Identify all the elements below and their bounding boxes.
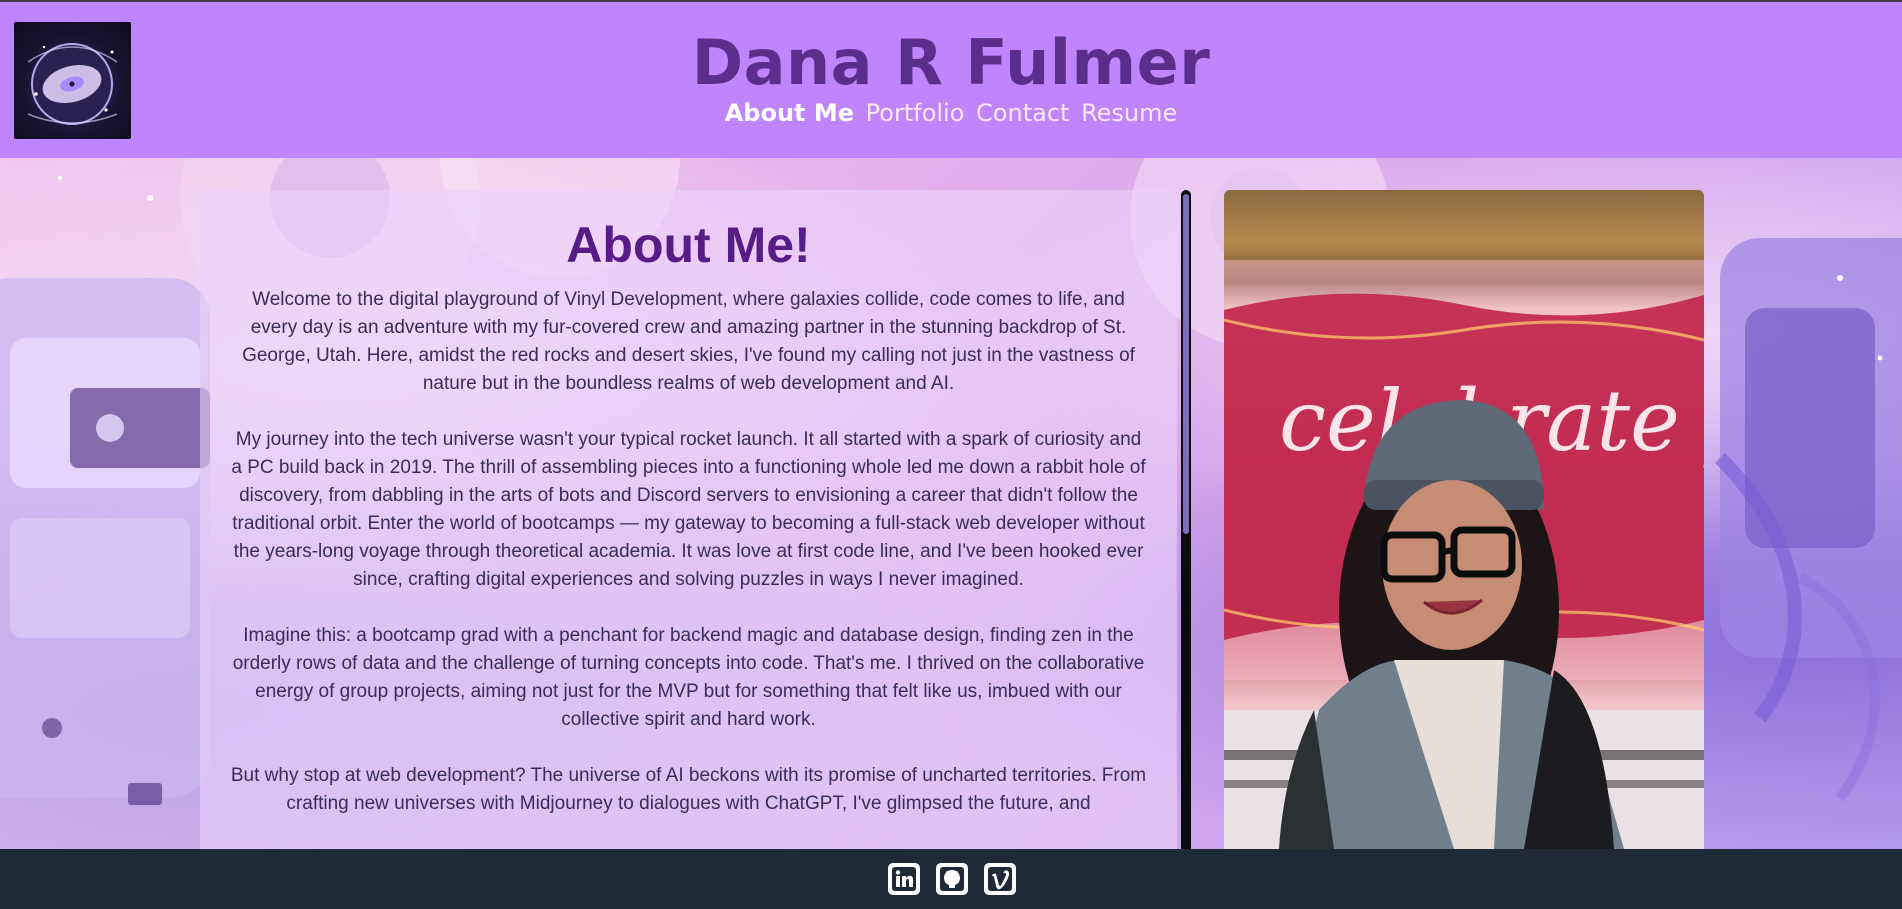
site-header: Dana R Fulmer About Me Portfolio Contact… (0, 2, 1902, 158)
linkedin-link[interactable] (888, 863, 920, 895)
about-paragraph: Imagine this: a bootcamp grad with a pen… (232, 625, 1145, 730)
about-heading: About Me! (566, 217, 811, 273)
about-card[interactable]: About Me! Welcome to the digital playgro… (200, 190, 1177, 849)
site-footer (0, 849, 1902, 909)
about-paragraph: Welcome to the digital playground of Vin… (242, 289, 1135, 394)
profile-photo: celebrate you (1224, 190, 1704, 849)
nav-link-about-me[interactable]: About Me (725, 99, 854, 127)
nav-link-portfolio[interactable]: Portfolio (866, 99, 965, 127)
vimeo-icon (988, 867, 1012, 891)
nav-link-resume[interactable]: Resume (1081, 99, 1177, 127)
linkedin-icon (892, 867, 916, 891)
about-paragraph: But why stop at web development? The uni… (230, 765, 1147, 814)
main-nav: About Me Portfolio Contact Resume (0, 98, 1902, 128)
github-icon (940, 867, 964, 891)
site-title: Dana R Fulmer (691, 26, 1211, 99)
portrait-image: celebrate you (1224, 260, 1704, 849)
about-text: Welcome to the digital playground of Vin… (230, 286, 1147, 846)
vimeo-link[interactable] (984, 863, 1016, 895)
nav-link-contact[interactable]: Contact (976, 99, 1069, 127)
github-link[interactable] (936, 863, 968, 895)
scrollbar-thumb[interactable] (1183, 194, 1189, 534)
about-paragraph: My journey into the tech universe wasn't… (231, 429, 1146, 590)
about-scrollbar[interactable] (1181, 190, 1191, 849)
